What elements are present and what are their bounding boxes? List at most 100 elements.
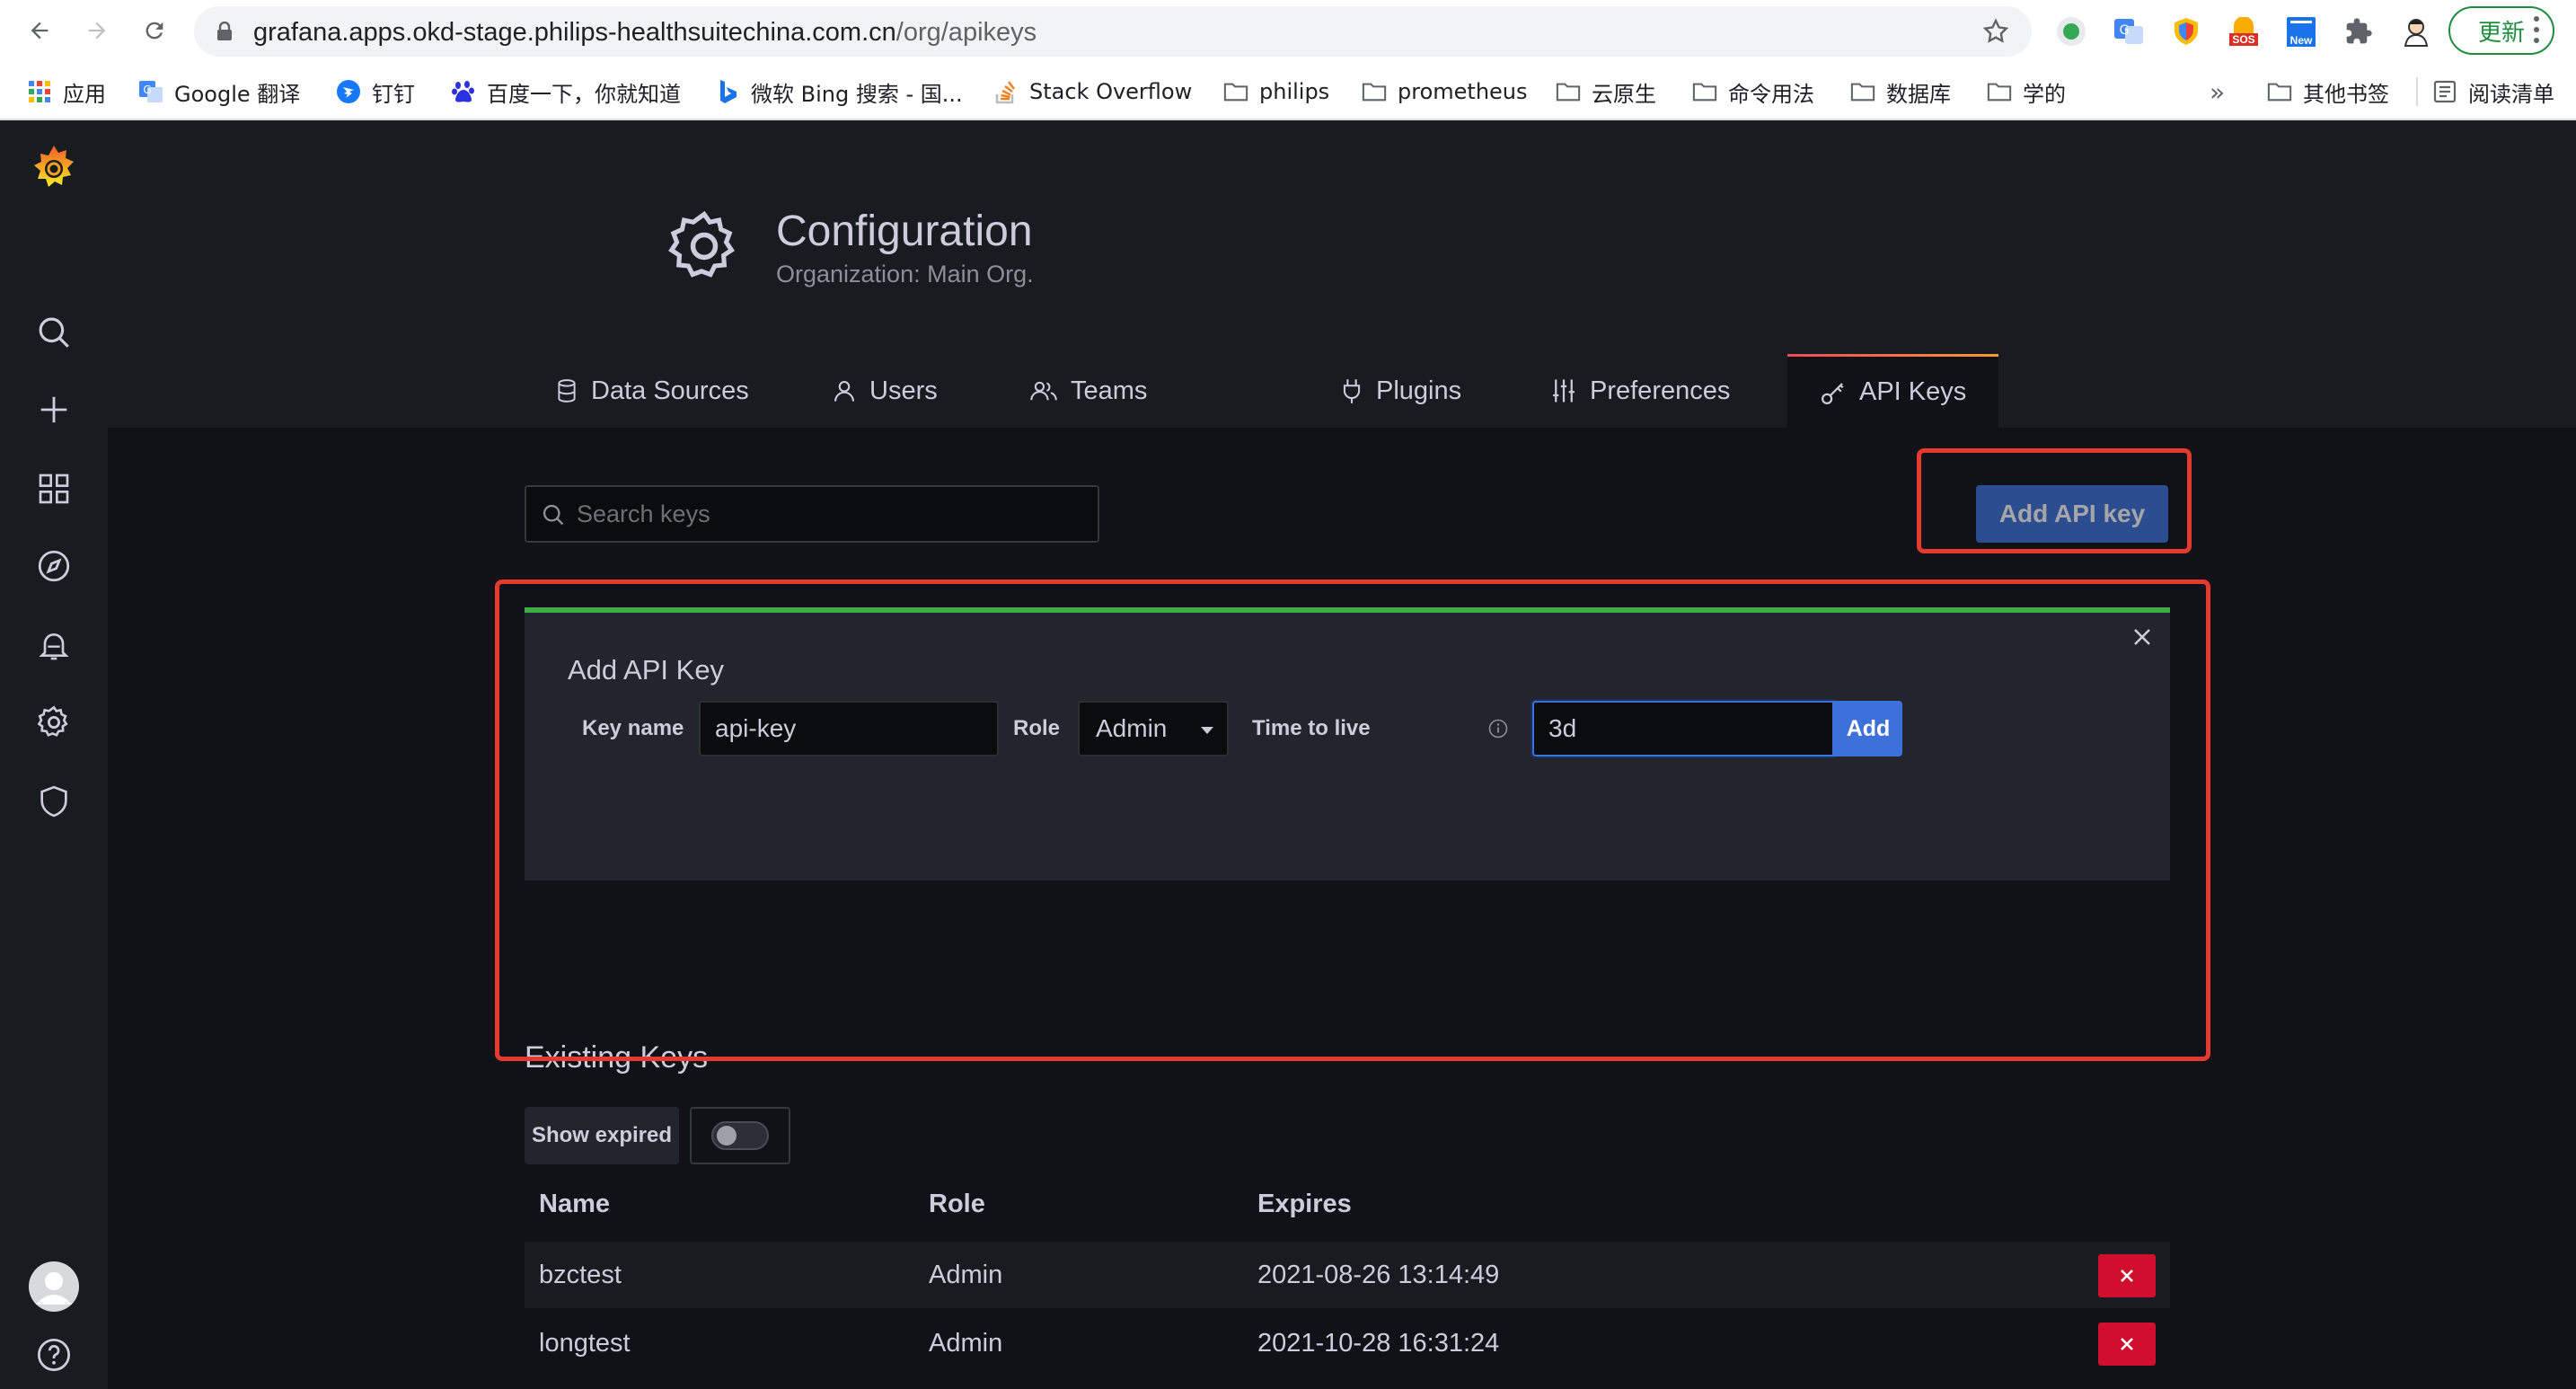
- bookmark-reading-list[interactable]: 阅读清单: [2432, 74, 2554, 110]
- extension-new-icon[interactable]: New: [2283, 13, 2319, 49]
- folder-icon: [1987, 79, 2012, 104]
- bookmark-label: philips: [1259, 79, 1330, 104]
- folder-icon: [1362, 79, 1387, 104]
- bookmark-folder-cloud-native[interactable]: 云原生: [1556, 74, 1656, 110]
- address-bar[interactable]: grafana.apps.okd-stage.philips-healthsui…: [194, 6, 2032, 57]
- tab-label: Teams: [1071, 376, 1148, 405]
- tab-label: API Keys: [1859, 377, 1967, 406]
- bookmark-label: prometheus: [1398, 79, 1528, 104]
- grafana-app: Configuration Organization: Main Org. Da…: [0, 120, 2576, 1389]
- bookmark-folder-learned[interactable]: 学的: [1987, 74, 2066, 110]
- folder-icon: [1692, 79, 1717, 104]
- plus-create-icon[interactable]: [32, 388, 75, 431]
- url-path: /org/apikeys: [895, 18, 1037, 47]
- bookmark-dingtalk[interactable]: 钉钉: [336, 74, 415, 110]
- bookmarks-overflow-button[interactable]: »: [2210, 74, 2225, 110]
- bookmark-folder-commands[interactable]: 命令用法: [1692, 74, 1814, 110]
- key-expires-cell: 2021-10-28 16:31:24: [1257, 1328, 1500, 1358]
- key-name-cell: bzctest: [539, 1260, 622, 1289]
- key-icon: [1822, 382, 1844, 404]
- delete-key-button[interactable]: [2098, 1323, 2156, 1366]
- extension-shield-color-icon[interactable]: [2168, 13, 2204, 49]
- column-header-name: Name: [539, 1190, 610, 1218]
- folder-icon: [1556, 79, 1581, 104]
- bookmark-bing[interactable]: 微软 Bing 搜索 - 国...: [715, 74, 963, 110]
- key-role-cell: Admin: [929, 1260, 1003, 1289]
- users-icon: [1030, 381, 1057, 401]
- help-question-icon[interactable]: [32, 1333, 75, 1376]
- dashboards-grid-icon[interactable]: [32, 467, 75, 510]
- plug-icon: [1343, 379, 1361, 403]
- bookmark-label: 钉钉: [372, 81, 415, 107]
- stackoverflow-icon: [993, 79, 1019, 104]
- tab-data-sources[interactable]: Data Sources: [548, 354, 756, 428]
- user-icon: [834, 381, 854, 402]
- extensions-puzzle-icon[interactable]: [2341, 13, 2377, 49]
- table-row: longtest Admin 2021-10-28 16:31:24: [525, 1310, 2170, 1376]
- delete-key-button[interactable]: [2098, 1254, 2156, 1297]
- bookmark-stackoverflow[interactable]: Stack Overflow: [993, 74, 1192, 110]
- bookmark-label: 应用: [63, 81, 106, 107]
- bookmarks-divider: [2416, 77, 2418, 106]
- url-text: grafana.apps.okd-stage.philips-healthsui…: [253, 18, 1037, 48]
- tab-label: Data Sources: [591, 376, 749, 405]
- server-admin-shield-icon[interactable]: [32, 780, 75, 823]
- folder-icon: [1223, 79, 1248, 104]
- back-button[interactable]: [22, 13, 57, 49]
- show-expired-toggle[interactable]: [711, 1121, 769, 1150]
- bookmark-baidu[interactable]: 百度一下，你就知道: [451, 74, 681, 110]
- bookmarks-bar: 应用 G Google 翻译 钉钉 百度一下，你就知道 微软 Bing 搜索 -…: [0, 63, 2576, 120]
- page-header: Configuration Organization: Main Org. Da…: [108, 120, 2576, 428]
- tab-plugins[interactable]: Plugins: [1333, 354, 1469, 428]
- tab-users[interactable]: Users: [825, 354, 945, 428]
- grafana-logo-icon[interactable]: [27, 142, 81, 196]
- bookmark-folder-database[interactable]: 数据库: [1850, 74, 1951, 110]
- search-keys-field[interactable]: [525, 485, 1099, 543]
- tab-label: Plugins: [1376, 376, 1462, 405]
- folder-icon: [1850, 79, 1875, 104]
- key-expires-cell: 2021-08-26 13:14:49: [1257, 1260, 1500, 1289]
- bookmark-label: 百度一下，你就知道: [487, 81, 681, 107]
- highlight-box-add-button: [1917, 448, 2192, 553]
- tab-teams[interactable]: Teams: [1022, 354, 1154, 428]
- more-vert-icon[interactable]: [2533, 14, 2540, 45]
- reading-list-icon: [2432, 79, 2457, 104]
- sliders-icon: [1553, 379, 1575, 403]
- google-translate-icon: G: [138, 79, 163, 104]
- extension-sos-icon[interactable]: SOS: [2226, 13, 2262, 49]
- overflow-chevron: »: [2210, 76, 2226, 107]
- bookmark-label: 阅读清单: [2468, 81, 2554, 107]
- alerting-bell-icon[interactable]: [32, 624, 75, 667]
- show-expired-switch-container[interactable]: [690, 1107, 790, 1164]
- bookmark-star-icon[interactable]: [1981, 17, 2010, 46]
- bookmark-label: 数据库: [1886, 81, 1951, 107]
- search-keys-input[interactable]: [577, 487, 1089, 541]
- new-badge: New: [2286, 34, 2316, 47]
- search-icon[interactable]: [32, 311, 75, 354]
- configuration-gear-icon: [668, 210, 735, 278]
- svg-text:G: G: [2120, 23, 2130, 38]
- folder-icon: [2267, 79, 2292, 104]
- bookmark-folder-prometheus[interactable]: prometheus: [1362, 74, 1528, 110]
- tab-label: Preferences: [1590, 376, 1731, 405]
- tab-preferences[interactable]: Preferences: [1543, 354, 1737, 428]
- configuration-gear-icon[interactable]: [32, 701, 75, 744]
- bookmark-folder-philips[interactable]: philips: [1223, 74, 1329, 110]
- bookmark-google-translate[interactable]: G Google 翻译: [138, 74, 300, 110]
- bookmark-label: Stack Overflow: [1029, 79, 1193, 104]
- user-avatar[interactable]: [29, 1261, 79, 1312]
- lock-icon: [217, 22, 232, 40]
- profile-avatar-icon[interactable]: [2398, 13, 2434, 49]
- extension-translate-icon[interactable]: G: [2111, 13, 2147, 49]
- bookmark-label: 云原生: [1592, 81, 1656, 107]
- bookmark-apps[interactable]: 应用: [27, 74, 106, 110]
- bookmark-other-bookmarks[interactable]: 其他书签: [2267, 74, 2389, 110]
- tab-api-keys[interactable]: API Keys: [1787, 354, 1999, 428]
- reload-button[interactable]: [137, 13, 172, 49]
- arrow-right-icon: [88, 22, 106, 40]
- search-icon: [543, 504, 564, 526]
- explore-compass-icon[interactable]: [32, 544, 75, 588]
- forward-button[interactable]: [79, 13, 115, 49]
- extension-green-circle-icon[interactable]: [2053, 13, 2089, 49]
- update-label: 更新: [2477, 19, 2525, 47]
